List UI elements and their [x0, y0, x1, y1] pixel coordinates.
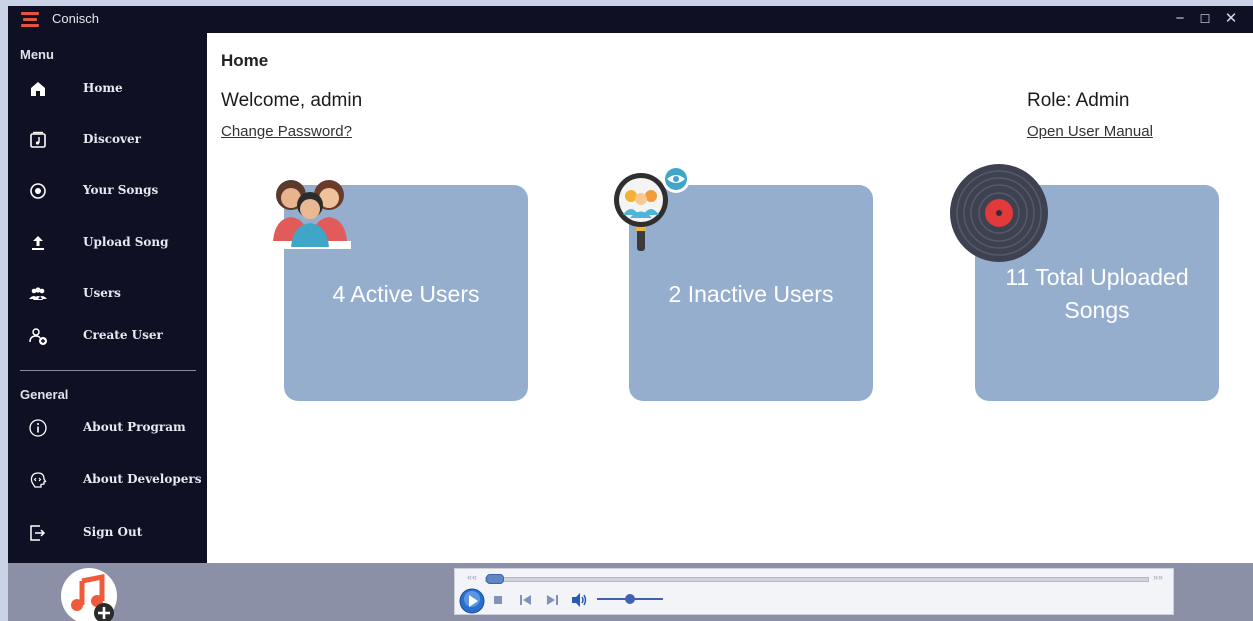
sidebar-item-home[interactable]: Home — [8, 69, 207, 109]
music-note-icon — [30, 131, 46, 148]
page-title: Home — [221, 51, 269, 70]
sidebar-item-sign-out[interactable]: Sign Out — [8, 513, 207, 553]
developer-icon — [30, 472, 47, 488]
app-window: Conisch − ☐ ✕ Menu Home Discover Your So… — [8, 6, 1253, 621]
sidebar-item-discover[interactable]: Discover — [8, 120, 207, 160]
sidebar-item-about-developers[interactable]: About Developers — [8, 460, 207, 500]
sidebar-item-label: Upload Song — [83, 235, 169, 249]
minimize-button[interactable]: − — [1167, 9, 1193, 29]
info-icon — [29, 419, 47, 437]
sidebar-item-users[interactable]: Users — [8, 274, 207, 314]
upload-icon — [32, 236, 44, 250]
sidebar-item-label: Users — [83, 286, 121, 300]
sidebar-item-about-program[interactable]: About Program — [8, 408, 207, 448]
seek-thumb[interactable] — [485, 574, 504, 584]
bottom-bar: «« »» — [8, 563, 1253, 621]
sidebar-item-label: Create User — [83, 328, 163, 342]
disc-icon — [30, 183, 46, 199]
media-player: «« »» — [454, 568, 1174, 615]
inactive-users-text: 2 Inactive Users — [668, 281, 834, 307]
volume-icon[interactable] — [571, 592, 589, 608]
sidebar-item-label: About Program — [83, 420, 186, 434]
open-user-manual-link[interactable]: Open User Manual — [1027, 123, 1153, 140]
volume-thumb[interactable] — [625, 594, 635, 604]
main-content: Home Welcome, admin Change Password? Rol… — [207, 33, 1253, 563]
fast-forward-indicator: »» — [1153, 572, 1164, 582]
sign-out-icon — [30, 525, 46, 541]
sidebar-item-label: Your Songs — [83, 183, 159, 197]
sidebar-item-upload-song[interactable]: Upload Song — [8, 223, 207, 263]
sidebar-item-label: About Developers — [83, 472, 202, 486]
vinyl-record-icon — [950, 164, 1048, 262]
maximize-button[interactable]: ☐ — [1192, 9, 1218, 29]
inactive-users-icon — [614, 165, 690, 251]
sidebar-divider — [20, 370, 196, 371]
close-button[interactable]: ✕ — [1218, 9, 1244, 29]
role-text: Role: Admin — [1027, 90, 1130, 111]
sidebar-item-your-songs[interactable]: Your Songs — [8, 171, 207, 211]
total-songs-line1: 11 Total Uploaded — [1005, 264, 1189, 290]
general-section-label: General — [20, 387, 69, 402]
title-bar: Conisch − ☐ ✕ — [8, 6, 1253, 33]
next-icon[interactable] — [545, 594, 559, 606]
rewind-indicator: «« — [467, 572, 478, 582]
total-songs-line2: Songs — [1064, 297, 1130, 323]
change-password-link[interactable]: Change Password? — [221, 123, 352, 140]
users-icon — [29, 287, 47, 300]
welcome-text: Welcome, admin — [221, 90, 363, 111]
sidebar-item-label: Sign Out — [83, 525, 143, 539]
play-icon[interactable] — [459, 588, 485, 614]
menu-section-label: Menu — [20, 47, 54, 62]
add-user-icon — [29, 328, 47, 345]
window-title: Conisch — [52, 11, 99, 26]
previous-icon[interactable] — [519, 594, 533, 606]
stop-icon[interactable] — [493, 595, 503, 605]
add-music-icon[interactable] — [60, 567, 118, 621]
sidebar: Menu Home Discover Your Songs Upload Son… — [8, 33, 207, 563]
sidebar-item-create-user[interactable]: Create User — [8, 316, 207, 356]
sidebar-item-label: Home — [83, 81, 123, 95]
seek-bar[interactable] — [485, 577, 1149, 582]
app-logo-icon — [21, 12, 39, 27]
active-users-text: 4 Active Users — [332, 281, 480, 307]
sidebar-item-label: Discover — [83, 132, 141, 146]
home-icon — [31, 82, 45, 96]
active-users-icon — [269, 180, 351, 249]
